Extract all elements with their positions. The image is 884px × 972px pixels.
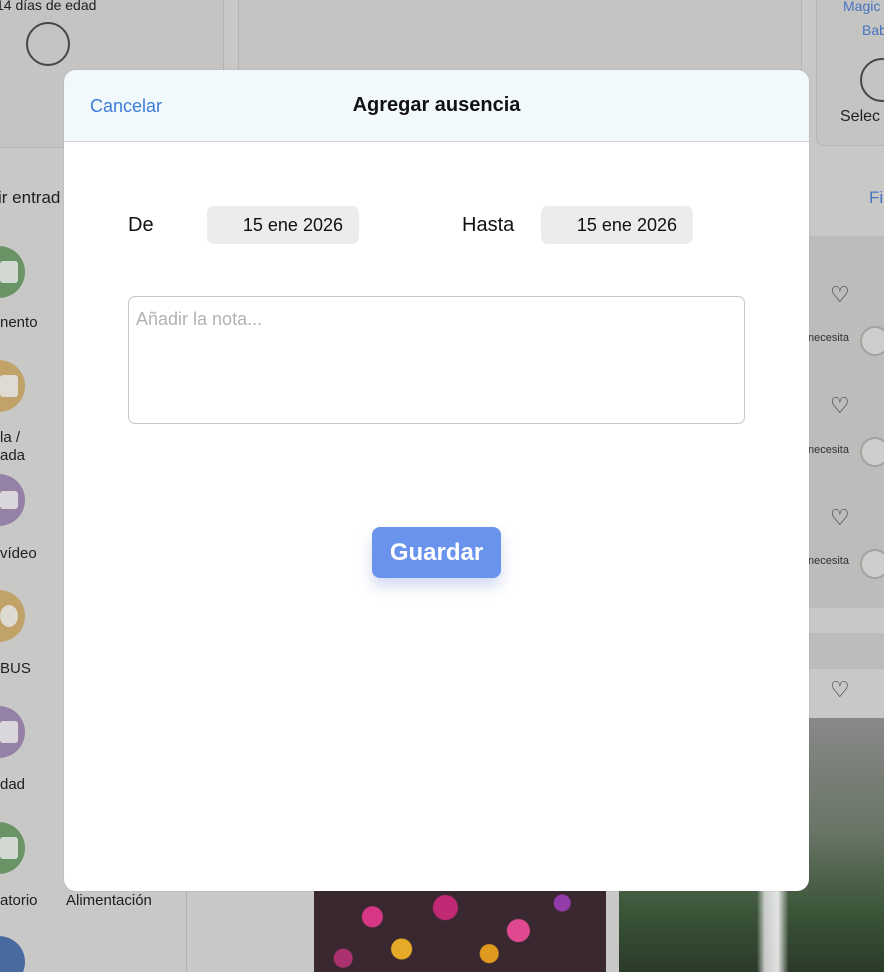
from-date-picker[interactable]: 15 ene 2026 xyxy=(207,206,359,244)
to-date-picker[interactable]: 15 ene 2026 xyxy=(541,206,693,244)
modal-title: Agregar ausencia xyxy=(352,94,521,116)
to-label: Hasta xyxy=(462,214,515,236)
save-button[interactable]: Guardar xyxy=(372,527,501,578)
note-input[interactable] xyxy=(128,296,745,424)
add-absence-modal: Cancelar Agregar ausencia De 15 ene 2026… xyxy=(64,70,809,891)
from-label: De xyxy=(128,214,154,236)
modal-header: Cancelar Agregar ausencia xyxy=(64,70,809,142)
